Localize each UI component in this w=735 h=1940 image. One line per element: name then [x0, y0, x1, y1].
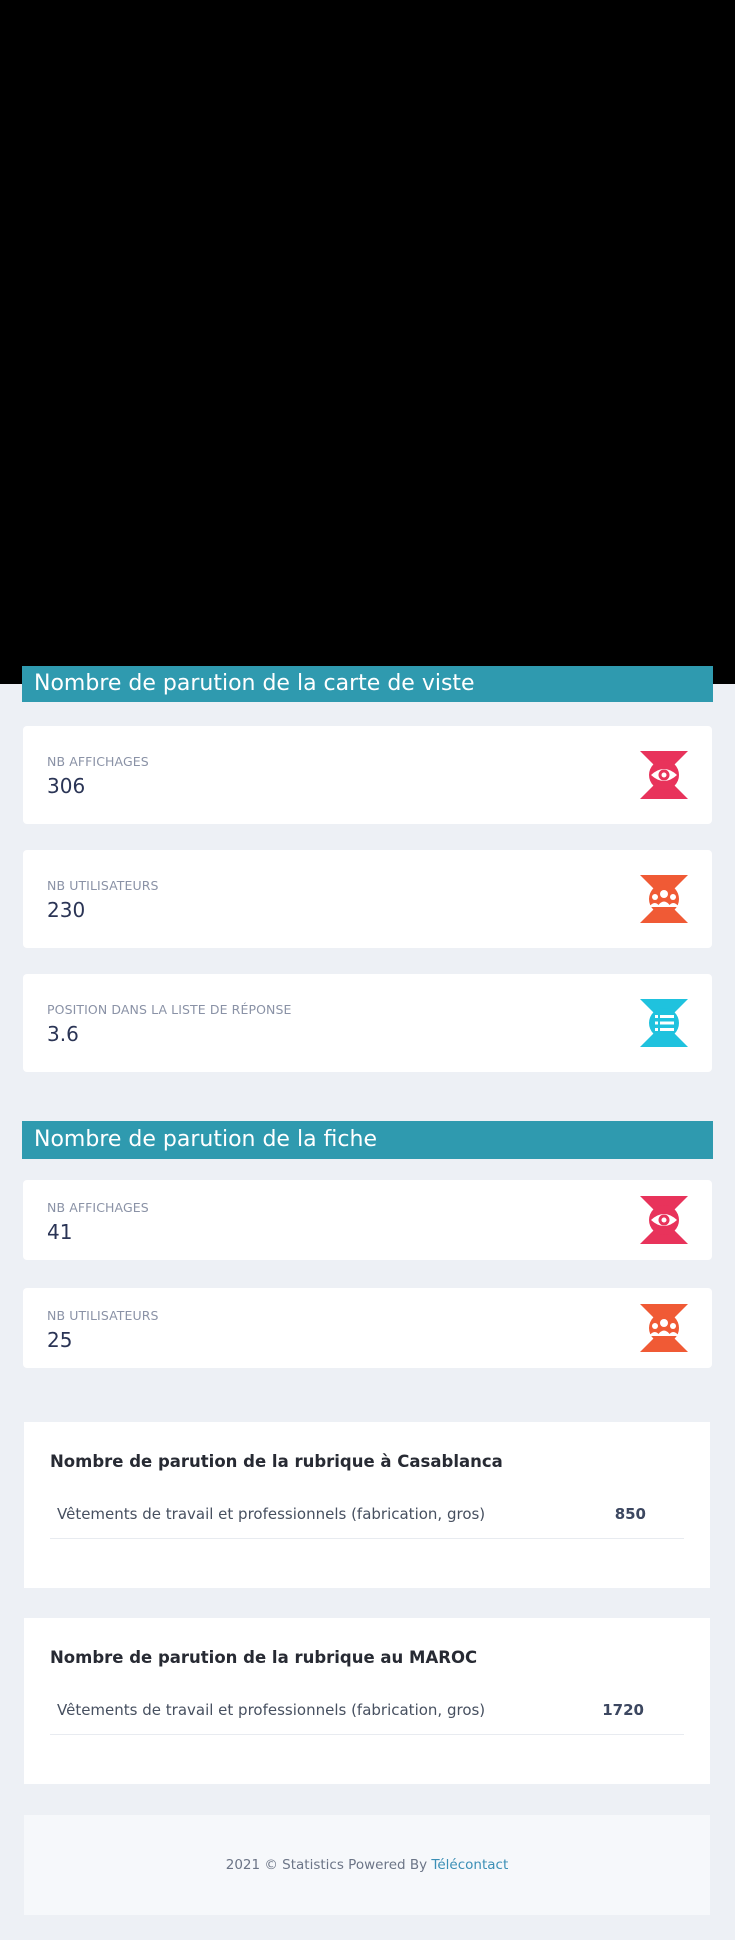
stat-card-affichages: NB AFFICHAGES 41 [23, 1180, 712, 1260]
stat-value: 230 [47, 898, 86, 922]
stat-label: NB AFFICHAGES [47, 754, 149, 769]
stat-label: NB AFFICHAGES [47, 1200, 149, 1215]
stat-label: NB UTILISATEURS [47, 1308, 159, 1323]
statistics-page: Nombre de parution de la carte de viste … [0, 666, 735, 1940]
stat-value: 25 [47, 1328, 73, 1352]
rubrique-maroc-card: Nombre de parution de la rubrique au MAR… [24, 1618, 710, 1784]
section-header-carte-visite: Nombre de parution de la carte de viste [22, 666, 713, 702]
eye-icon [640, 1196, 688, 1244]
eye-icon [640, 751, 688, 799]
stat-card-affichages: NB AFFICHAGES 306 [23, 726, 712, 824]
footer-text: 2021 © Statistics Powered By [225, 1857, 428, 1873]
table-row: Vêtements de travail et professionnels (… [50, 1688, 684, 1735]
rubrique-name: Vêtements de travail et professionnels (… [57, 1701, 486, 1719]
stat-value: 3.6 [47, 1022, 79, 1046]
list-icon [640, 999, 688, 1047]
rubrique-casablanca-card: Nombre de parution de la rubrique à Casa… [24, 1422, 710, 1588]
rubrique-name: Vêtements de travail et professionnels (… [57, 1505, 486, 1523]
stat-card-utilisateurs: NB UTILISATEURS 25 [23, 1288, 712, 1368]
stat-value: 41 [47, 1220, 73, 1244]
footer: 2021 © Statistics Powered By Télécontact [24, 1815, 710, 1915]
stat-value: 306 [47, 774, 86, 798]
footer-link-telecontact[interactable]: Télécontact [431, 1857, 508, 1873]
users-icon [640, 1304, 688, 1352]
blank-black-area [0, 0, 735, 684]
section-title: Nombre de parution de la fiche [34, 1127, 377, 1152]
stat-card-position: POSITION DANS LA LISTE DE RÉPONSE 3.6 [23, 974, 712, 1072]
rubrique-count: 1720 [602, 1701, 644, 1719]
rubrique-count: 850 [614, 1505, 646, 1523]
section-title: Nombre de parution de la carte de viste [34, 671, 475, 696]
rubrique-title: Nombre de parution de la rubrique à Casa… [50, 1452, 503, 1471]
stat-card-utilisateurs: NB UTILISATEURS 230 [23, 850, 712, 948]
section-header-fiche: Nombre de parution de la fiche [22, 1121, 713, 1159]
table-row: Vêtements de travail et professionnels (… [50, 1492, 684, 1539]
rubrique-title: Nombre de parution de la rubrique au MAR… [50, 1648, 478, 1667]
users-icon [640, 875, 688, 923]
stat-label: POSITION DANS LA LISTE DE RÉPONSE [47, 1002, 292, 1017]
stat-label: NB UTILISATEURS [47, 878, 159, 893]
